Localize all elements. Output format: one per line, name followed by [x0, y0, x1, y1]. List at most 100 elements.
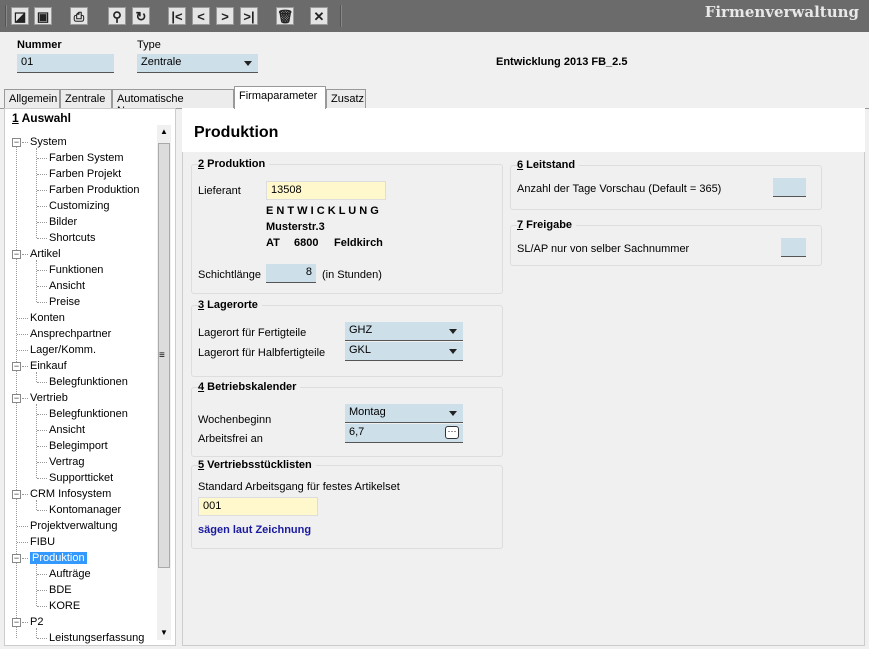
app-title: Firmenverwaltung	[704, 3, 859, 21]
tree-item[interactable]: Projektverwaltung	[30, 518, 117, 534]
tree-item-label: System	[30, 136, 67, 148]
first-record-icon[interactable]: |<	[168, 7, 186, 25]
schicht-unit: (in Stunden)	[322, 269, 382, 281]
fertigteile-select[interactable]: GHZ	[345, 322, 463, 341]
refresh-icon[interactable]: ↻	[132, 7, 150, 25]
type-value: Zentrale	[141, 56, 182, 68]
edit-icon[interactable]: ◪	[11, 7, 29, 25]
tree-line	[37, 462, 47, 463]
group-title: 2 Produktion	[198, 158, 270, 170]
tree-item[interactable]: Preise	[49, 294, 80, 310]
tree-item-label: P2	[30, 616, 44, 628]
tree-line	[16, 138, 17, 638]
collapse-icon[interactable]: −	[12, 618, 21, 627]
tree-item[interactable]: Supportticket	[49, 470, 113, 486]
tab-automatische-nummern[interactable]: Automatische Nummern	[112, 89, 234, 117]
close-icon[interactable]: ✕	[310, 7, 328, 25]
toolbar-separator	[5, 5, 7, 27]
tree-item[interactable]: FIBU	[30, 534, 55, 550]
tree-item[interactable]: Bilder	[49, 214, 77, 230]
schicht-input[interactable]: 8	[266, 264, 316, 283]
tree-item-label: Customizing	[49, 200, 110, 212]
arbeitsgang-input[interactable]: 001	[198, 497, 318, 516]
tree-item[interactable]: Farben Produktion	[49, 182, 140, 198]
tree-item[interactable]: Farben System	[49, 150, 124, 166]
tree-line	[37, 158, 47, 159]
tree-line	[22, 398, 28, 399]
tree-item[interactable]: Belegimport	[49, 438, 108, 454]
collapse-icon[interactable]: −	[12, 138, 21, 147]
collapse-icon[interactable]: −	[12, 554, 21, 563]
tree-item[interactable]: Ansicht	[49, 278, 85, 294]
search-icon[interactable]: ⚲	[108, 7, 126, 25]
collapse-icon[interactable]: −	[12, 362, 21, 371]
tree-line	[37, 590, 47, 591]
tree-line	[37, 190, 47, 191]
tree-line	[36, 260, 37, 302]
tree-line	[17, 334, 28, 335]
collapse-icon[interactable]: −	[12, 490, 21, 499]
nummer-input[interactable]: 01	[17, 54, 114, 73]
print-icon[interactable]: ⎙	[70, 7, 88, 25]
tree-item[interactable]: Kontomanager	[49, 502, 121, 518]
tree-item-label: Ansicht	[49, 424, 86, 436]
ellipsis-button[interactable]: ···	[445, 426, 459, 439]
tree-item[interactable]: Konten	[30, 310, 65, 326]
tree-item[interactable]: Aufträge	[49, 566, 91, 582]
nummer-label: Nummer	[17, 39, 62, 51]
tree-item[interactable]: Leistungserfassung	[49, 630, 144, 646]
tree-item-label: Vertrag	[49, 456, 85, 468]
last-record-icon[interactable]: >|	[240, 7, 258, 25]
tab-firmaparameter[interactable]: Firmaparameter	[234, 86, 326, 109]
tree-item[interactable]: P2	[30, 614, 43, 630]
tree-item[interactable]: Produktion	[30, 550, 87, 566]
tree-item[interactable]: BDE	[49, 582, 72, 598]
tab-allgemein[interactable]: Allgemein	[4, 89, 60, 108]
tree-line	[37, 638, 47, 639]
tree-item[interactable]: Belegfunktionen	[49, 406, 128, 422]
tree-item[interactable]: Lager/Komm.	[30, 342, 96, 358]
supplier-name: E N T W I C K L U N G	[266, 205, 379, 217]
tree-item[interactable]: Ansicht	[49, 422, 85, 438]
collapse-icon[interactable]: −	[12, 394, 21, 403]
tree-item[interactable]: Vertrag	[49, 454, 84, 470]
next-record-icon[interactable]: >	[216, 7, 234, 25]
tab-zusatz[interactable]: Zusatz	[326, 89, 366, 108]
tree-item[interactable]: Customizing	[49, 198, 110, 214]
tree-item[interactable]: Farben Projekt	[49, 166, 121, 182]
tab-zentrale[interactable]: Zentrale	[60, 89, 112, 108]
halbfertigteile-select[interactable]: GKL	[345, 342, 463, 361]
wochenbeginn-select[interactable]: Montag	[345, 404, 463, 423]
tree-line	[37, 574, 47, 575]
tree-item[interactable]: System	[30, 134, 67, 150]
tree-line	[37, 510, 47, 511]
tree-item[interactable]: Ansprechpartner	[30, 326, 111, 342]
lieferant-input[interactable]: 13508	[266, 181, 386, 200]
tree-item[interactable]: CRM Infosystem	[30, 486, 111, 502]
tree-item[interactable]: Belegfunktionen	[49, 374, 128, 390]
tree-item[interactable]: KORE	[49, 598, 80, 614]
scroll-down-icon[interactable]: ▼	[160, 628, 168, 637]
save-icon[interactable]: ▣	[34, 7, 52, 25]
tree-line	[22, 254, 28, 255]
sachnummer-input[interactable]	[781, 238, 806, 257]
tree-line	[37, 206, 47, 207]
tree-item[interactable]: Einkauf	[30, 358, 67, 374]
tree-line	[37, 174, 47, 175]
tree-item[interactable]: Artikel	[30, 246, 61, 262]
fertigteile-label: Lagerort für Fertigteile	[198, 327, 307, 339]
type-select[interactable]: Zentrale	[137, 54, 258, 73]
tree-item[interactable]: Vertrieb	[30, 390, 68, 406]
tree-item[interactable]: Shortcuts	[49, 230, 95, 246]
collapse-icon[interactable]: −	[12, 250, 21, 259]
scroll-up-icon[interactable]: ▲	[160, 127, 168, 136]
tree-item[interactable]: Funktionen	[49, 262, 103, 278]
vorschau-input[interactable]	[773, 178, 806, 197]
tree-item-label: Leistungserfassung	[49, 632, 145, 644]
group-title: 6 Leitstand	[517, 159, 580, 171]
delete-icon[interactable]: 🗑	[276, 7, 294, 25]
tree-line	[37, 222, 47, 223]
arbeitsfrei-input[interactable]: 6,7 ···	[345, 424, 463, 443]
tree-item-label: Produktion	[30, 552, 87, 564]
previous-record-icon[interactable]: <	[192, 7, 210, 25]
